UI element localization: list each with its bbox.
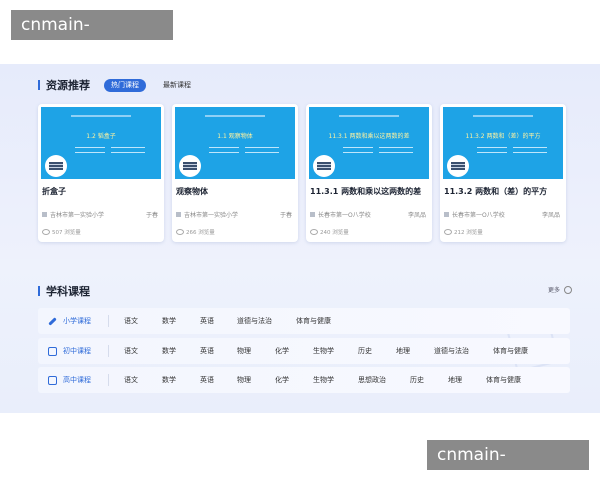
subject-link[interactable]: 数学 (162, 367, 176, 393)
subject-link[interactable]: 化学 (275, 367, 289, 393)
subject-link[interactable]: 道德与法治 (237, 308, 272, 334)
subject-link[interactable]: 历史 (358, 338, 372, 364)
resources-title: 资源推荐 (46, 79, 90, 92)
card-school: 吉林市第一实验小学 (176, 210, 238, 219)
subject-link[interactable]: 数学 (162, 308, 176, 334)
books-icon (179, 155, 201, 177)
pencil-icon (48, 316, 57, 326)
subjects-title: 学科课程 (46, 285, 90, 298)
eye-icon (310, 229, 318, 235)
section-bar (38, 80, 40, 90)
subject-link[interactable]: 英语 (200, 338, 214, 364)
subject-link[interactable]: 物理 (237, 367, 251, 393)
subject-link[interactable]: 英语 (200, 308, 214, 334)
subject-link[interactable]: 地理 (448, 367, 462, 393)
subject-link[interactable]: 地理 (396, 338, 410, 364)
row-middle: 初中课程 语文 数学 英语 物理 化学 生物学 历史 地理 道德与法治 体育与健… (38, 338, 570, 364)
card-author: 于春 (279, 212, 292, 219)
subject-link[interactable]: 体育与健康 (296, 308, 331, 334)
subject-link[interactable]: 语文 (124, 367, 138, 393)
subjects-header: 学科课程 (38, 283, 90, 299)
card-title[interactable]: 11.3.2 两数和（差）的平方 (444, 186, 547, 197)
course-card[interactable]: 1.1 观察物体 观察物体 吉林市第一实验小学 于春 266 浏览量 (172, 104, 298, 242)
card-title[interactable]: 观察物体 (176, 186, 208, 197)
eye-icon (42, 229, 50, 235)
subject-link[interactable]: 思想政治 (358, 367, 386, 393)
books-icon (447, 155, 469, 177)
subject-link[interactable]: 道德与法治 (434, 338, 469, 364)
card-author: 李凤品 (407, 212, 426, 219)
card-views: 212 浏览量 (444, 228, 483, 236)
subject-link[interactable]: 体育与健康 (493, 338, 528, 364)
card-school: 长春市第一O八学校 (310, 210, 371, 219)
thumbnail-caption: 11.3.1 两数和乘以这两数的差 (328, 133, 410, 140)
row-label-primary[interactable]: 小学课程 (48, 308, 91, 334)
eye-icon (444, 229, 452, 235)
card-author: 李凤品 (541, 212, 560, 219)
subject-link[interactable]: 生物学 (313, 367, 334, 393)
card-title[interactable]: 11.3.1 两数和乘以这两数的差 (310, 186, 421, 197)
card-school: 吉林市第一实验小学 (42, 210, 104, 219)
thumbnail-caption: 1.2 韬盒子 (86, 133, 116, 140)
course-card[interactable]: 1.2 韬盒子 折盒子 吉林市第一实验小学 于春 507 浏览量 (38, 104, 164, 242)
book-icon (48, 375, 57, 385)
card-school: 长春市第一O八学校 (444, 210, 505, 219)
subject-panel: 小学课程 语文 数学 英语 道德与法治 体育与健康 初中课程 语文 数学 英语 … (38, 306, 570, 396)
card-views: 266 浏览量 (176, 228, 215, 236)
section-bar (38, 286, 40, 296)
course-thumbnail: 11.3.1 两数和乘以这两数的差 (309, 107, 429, 179)
book-icon (48, 346, 57, 356)
arrow-circle-icon (564, 285, 573, 294)
subject-link[interactable]: 生物学 (313, 338, 334, 364)
school-icon (310, 212, 315, 217)
course-thumbnail: 11.3.2 两数和（差）的平方 (443, 107, 563, 179)
subject-link[interactable]: 化学 (275, 338, 289, 364)
subject-link[interactable]: 数学 (162, 338, 176, 364)
subject-link[interactable]: 体育与健康 (486, 367, 521, 393)
tab-hot-courses[interactable]: 热门课程 (104, 78, 146, 92)
subject-link[interactable]: 物理 (237, 338, 251, 364)
school-icon (444, 212, 449, 217)
more-label[interactable]: 更多 (548, 285, 560, 294)
card-title[interactable]: 折盒子 (42, 186, 66, 197)
row-primary: 小学课程 语文 数学 英语 道德与法治 体育与健康 (38, 308, 570, 334)
course-card[interactable]: 11.3.2 两数和（差）的平方 11.3.2 两数和（差）的平方 长春市第一O… (440, 104, 566, 242)
books-icon (45, 155, 67, 177)
subject-link[interactable]: 语文 (124, 338, 138, 364)
thumbnail-caption: 11.3.2 两数和（差）的平方 (465, 133, 541, 140)
row-label-middle[interactable]: 初中课程 (48, 338, 91, 364)
thumbnail-caption: 1.1 观察物体 (217, 133, 253, 140)
course-thumbnail: 1.2 韬盒子 (41, 107, 161, 179)
watermark-top: cnmain-jiuyou.com (11, 10, 173, 65)
subject-link[interactable]: 历史 (410, 367, 424, 393)
resources-header: 资源推荐 热门课程 最新课程 (38, 77, 198, 93)
eye-icon (176, 229, 184, 235)
watermark-bottom: cnmain-jiuyou.com (427, 440, 589, 495)
school-icon (176, 212, 181, 217)
card-views: 507 浏览量 (42, 228, 81, 236)
more-link[interactable]: 更多 (548, 285, 573, 294)
school-icon (42, 212, 47, 217)
tab-new-courses[interactable]: 最新课程 (156, 79, 198, 92)
course-thumbnail: 1.1 观察物体 (175, 107, 295, 179)
card-author: 于春 (145, 212, 158, 219)
subject-link[interactable]: 英语 (200, 367, 214, 393)
row-high: 高中课程 语文 数学 英语 物理 化学 生物学 思想政治 历史 地理 体育与健康 (38, 367, 570, 393)
card-views: 240 浏览量 (310, 228, 349, 236)
books-icon (313, 155, 335, 177)
course-card[interactable]: 11.3.1 两数和乘以这两数的差 11.3.1 两数和乘以这两数的差 长春市第… (306, 104, 432, 242)
row-label-high[interactable]: 高中课程 (48, 367, 91, 393)
subject-link[interactable]: 语文 (124, 308, 138, 334)
